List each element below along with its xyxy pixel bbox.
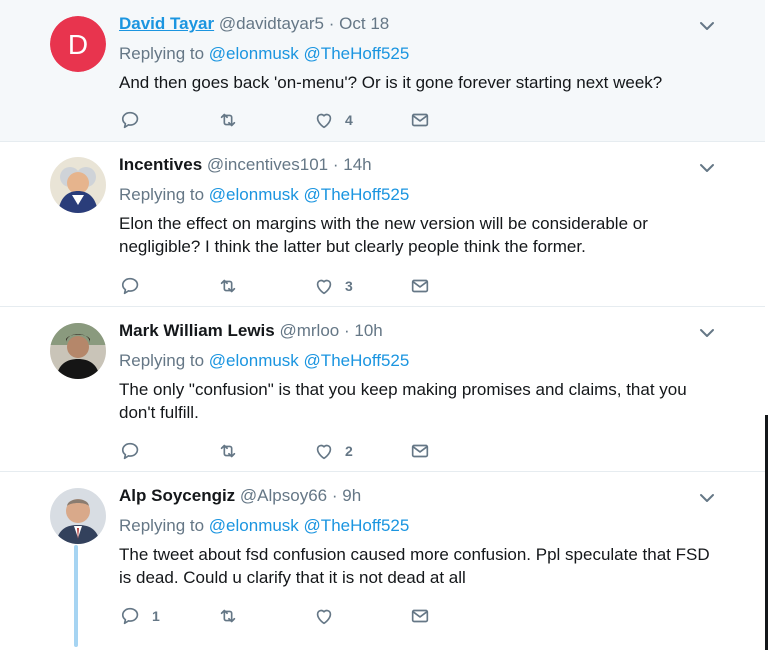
separator: · [328,14,335,33]
author-handle[interactable]: @mrloo [279,321,339,340]
like-button[interactable]: 4 [313,108,353,132]
mention-link[interactable]: @elonmusk [209,185,299,204]
replying-to: Replying to @elonmusk @TheHoff525 [119,515,725,537]
direct-message-icon [411,113,429,127]
author-handle[interactable]: @Alpsoy66 [240,486,327,505]
portrait-avatar-icon [50,323,106,379]
like-icon [316,279,332,295]
reply-button[interactable] [120,108,152,132]
author-handle[interactable]: @davidtayar5 [219,14,324,33]
avatar-letter: D [68,29,88,60]
author-name[interactable]: Incentives [119,155,202,174]
reply-icon [121,607,139,625]
retweet-icon [220,279,236,293]
avatar-letter-icon: D [50,16,106,72]
like-button[interactable]: 2 [313,439,353,463]
replying-to: Replying to @elonmusk @TheHoff525 [119,43,725,65]
like-count: 3 [345,278,353,294]
replying-to: Replying to @elonmusk @TheHoff525 [119,350,725,372]
retweet-icon [220,609,236,623]
chevron-down-icon[interactable] [697,488,717,508]
direct-message-icon [411,444,429,458]
like-count: 2 [345,443,353,459]
retweet-button[interactable] [217,274,249,298]
replying-to: Replying to @elonmusk @TheHoff525 [119,184,725,206]
direct-message-button[interactable] [409,108,431,132]
retweet-button[interactable] [217,439,249,463]
like-button[interactable]: 3 [313,274,353,298]
chevron-down-icon[interactable] [697,323,717,343]
reply-icon [121,442,139,460]
timestamp[interactable]: 9h [342,486,361,505]
direct-message-icon [411,609,429,623]
avatar[interactable]: D [50,16,106,72]
timestamp[interactable]: 10h [354,321,382,340]
reply-count: 1 [152,608,160,624]
chevron-down-icon[interactable] [697,16,717,36]
like-icon [316,609,332,625]
mention-link[interactable]: @TheHoff525 [304,185,410,204]
like-icon [316,113,332,129]
tweet[interactable]: Alp Soycengiz @Alpsoy66 · 9h Replying to… [0,472,765,650]
tweet-header: Mark William Lewis @mrloo · 10h [119,320,725,342]
reply-button[interactable] [120,439,152,463]
tweet-header: Alp Soycengiz @Alpsoy66 · 9h [119,485,725,507]
author-name[interactable]: Mark William Lewis [119,321,275,340]
replying-to-label: Replying to [119,185,205,204]
mention-link[interactable]: @TheHoff525 [304,351,410,370]
direct-message-icon [411,279,429,293]
tweet-text: The tweet about fsd confusion caused mor… [119,545,710,587]
separator: · [332,155,339,174]
tweet-text: And then goes back 'on-menu'? Or is it g… [119,73,663,92]
tweet[interactable]: D David Tayar @davidtayar5 · Oct 18 Repl… [0,0,765,142]
author-handle[interactable]: @incentives101 [207,155,328,174]
replying-to-label: Replying to [119,516,205,535]
direct-message-button[interactable] [409,274,431,298]
mention-link[interactable]: @elonmusk [209,351,299,370]
like-icon [316,444,332,460]
thread-connector-line [74,545,78,647]
reply-button[interactable] [120,274,152,298]
like-count: 4 [345,112,353,128]
tweet[interactable]: Mark William Lewis @mrloo · 10h Replying… [0,307,765,472]
replying-to-label: Replying to [119,351,205,370]
portrait-avatar-icon [50,488,106,544]
avatar[interactable] [50,323,106,379]
portrait-avatar-icon [50,157,106,213]
reply-icon [121,277,139,295]
direct-message-button[interactable] [409,604,431,628]
like-button[interactable] [313,604,345,628]
replying-to-label: Replying to [119,44,205,63]
mention-link[interactable]: @elonmusk [209,516,299,535]
mention-link[interactable]: @TheHoff525 [304,44,410,63]
retweet-icon [220,113,236,127]
separator: · [343,321,350,340]
mention-link[interactable]: @TheHoff525 [304,516,410,535]
direct-message-button[interactable] [409,439,431,463]
timestamp[interactable]: Oct 18 [339,14,389,33]
tweet[interactable]: Incentives @incentives101 · 14h Replying… [0,142,765,307]
tweet-header: David Tayar @davidtayar5 · Oct 18 [119,13,725,35]
tweet-header: Incentives @incentives101 · 14h [119,154,725,176]
retweet-button[interactable] [217,604,249,628]
chevron-down-icon[interactable] [697,158,717,178]
avatar[interactable] [50,488,106,544]
author-name[interactable]: David Tayar [119,14,214,33]
reply-feed: D David Tayar @davidtayar5 · Oct 18 Repl… [0,0,765,650]
tweet-text: The only "confusion" is that you keep ma… [119,380,687,422]
tweet-text: Elon the effect on margins with the new … [119,214,648,256]
timestamp[interactable]: 14h [343,155,371,174]
reply-icon [121,111,139,129]
reply-button[interactable]: 1 [120,604,160,628]
retweet-icon [220,444,236,458]
mention-link[interactable]: @elonmusk [209,44,299,63]
avatar[interactable] [50,157,106,213]
separator: · [331,486,338,505]
author-name[interactable]: Alp Soycengiz [119,486,235,505]
retweet-button[interactable] [217,108,249,132]
